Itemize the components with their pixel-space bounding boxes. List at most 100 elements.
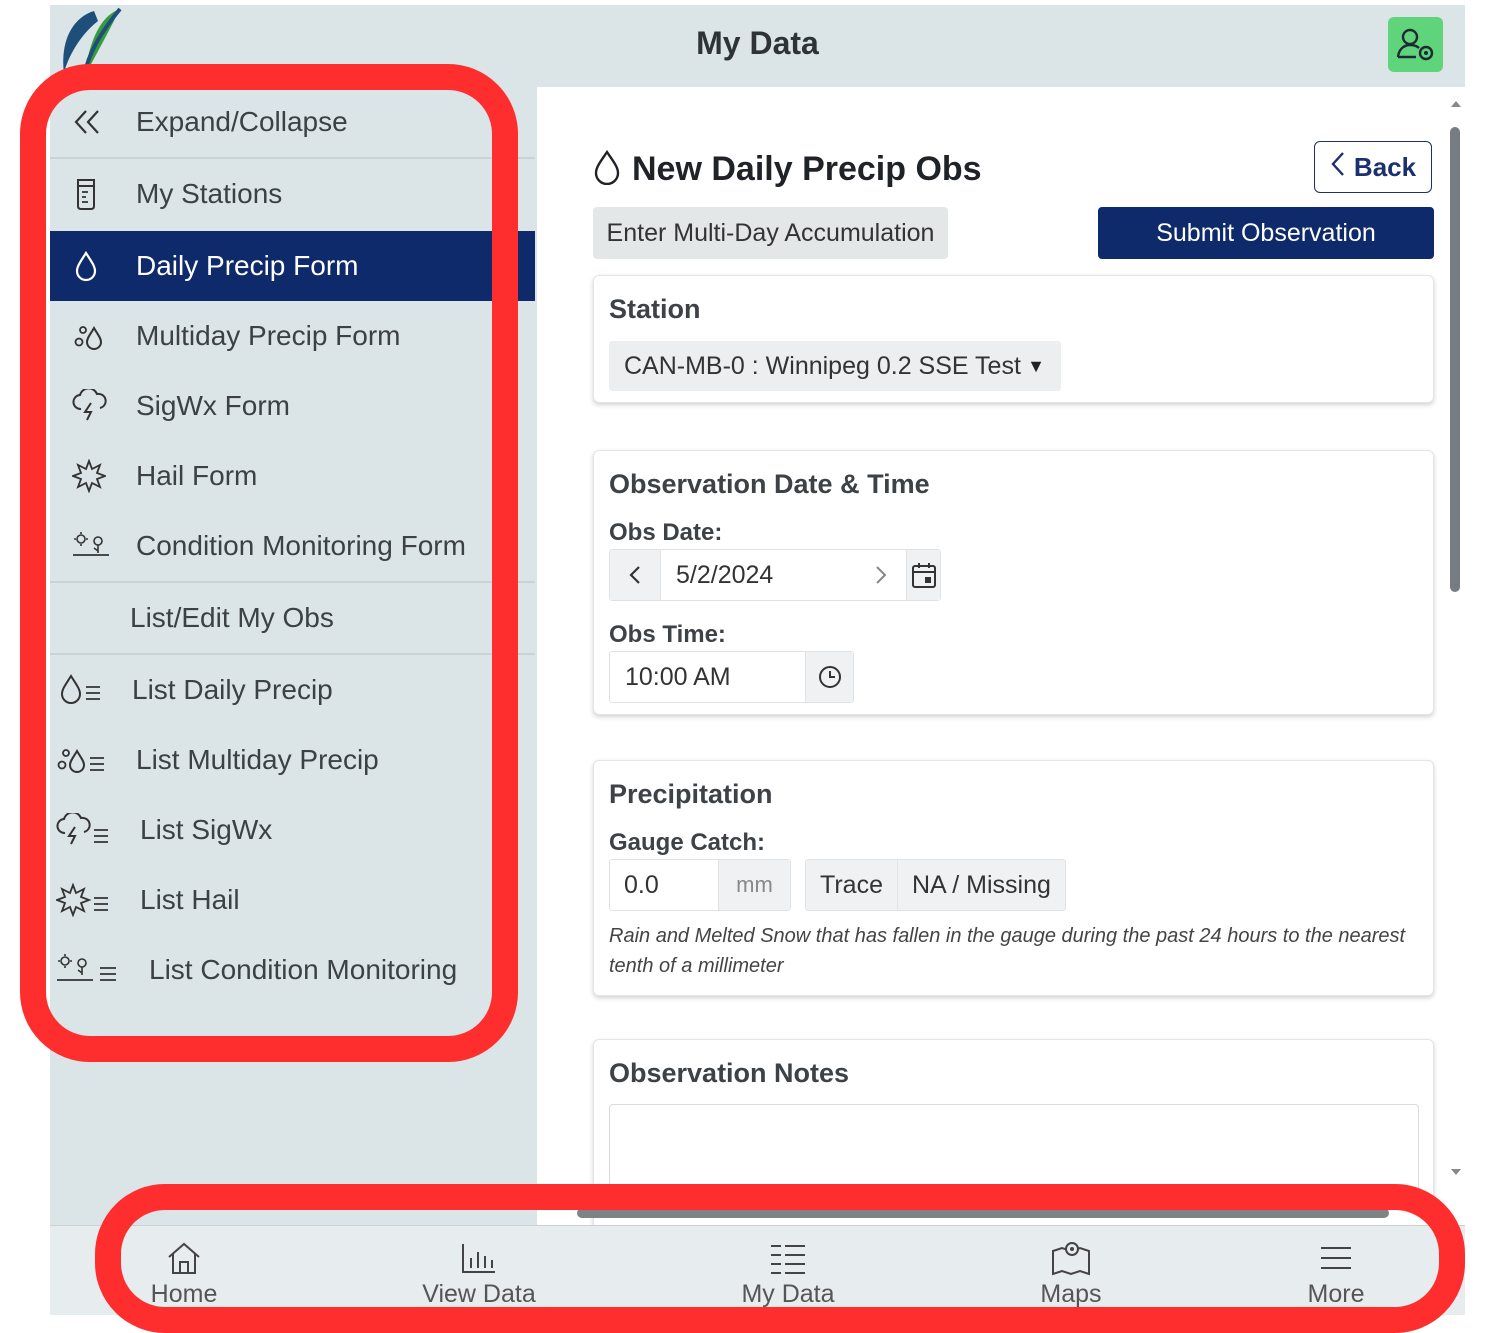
form-title: New Daily Precip Obs: [632, 150, 982, 188]
gauge-catch-input[interactable]: 0.0: [610, 860, 718, 910]
sidebar-item-label: SigWx Form: [136, 390, 290, 421]
observation-datetime-card: Observation Date & Time Obs Date: 5/2/20…: [593, 450, 1434, 715]
datetime-card-title: Observation Date & Time: [609, 469, 930, 499]
sidebar-item-my-stations[interactable]: My Stations: [50, 159, 535, 229]
vertical-scrollbar[interactable]: [1447, 87, 1465, 1225]
rain-gauge-icon: [72, 177, 112, 211]
sidebar-item-expand-collapse[interactable]: Expand/Collapse: [50, 87, 535, 157]
sidebar-item-hail-form[interactable]: Hail Form: [50, 441, 535, 511]
caret-down-icon: ▼: [1027, 355, 1045, 376]
notes-card-title: Observation Notes: [609, 1058, 850, 1088]
droplet-list-icon: [58, 673, 108, 707]
sidebar-item-label: List Daily Precip: [132, 674, 333, 705]
sidebar-item-label: List Hail: [140, 884, 240, 915]
double-chevron-left-icon: [72, 105, 112, 139]
sidebar-item-label: Expand/Collapse: [136, 106, 348, 137]
obs-date-label: Obs Date:: [609, 519, 723, 546]
sidebar-item-condition-monitoring-form[interactable]: Condition Monitoring Form: [50, 511, 535, 581]
multi-droplet-icon: [72, 319, 112, 353]
tab-label: More: [1307, 1280, 1365, 1308]
sidebar-item-label: List Multiday Precip: [136, 744, 379, 775]
clock-icon: [818, 666, 841, 688]
station-card: Station CAN-MB-0 : Winnipeg 0.2 SSE Test…: [593, 275, 1434, 403]
station-card-title: Station: [609, 294, 701, 324]
menu-icon: [1316, 1240, 1356, 1276]
condition-monitoring-list-icon: [56, 953, 124, 987]
sidebar-item-multiday-precip-form[interactable]: Multiday Precip Form: [50, 301, 535, 371]
calendar-button[interactable]: [906, 550, 940, 600]
user-settings-icon: [1396, 28, 1433, 60]
condition-monitoring-icon: [72, 529, 112, 563]
prev-date-button[interactable]: [610, 550, 661, 600]
sidebar-item-sigwx-form[interactable]: SigWx Form: [50, 371, 535, 441]
form-panel: New Daily Precip Obs Back Enter Multi-Da…: [537, 87, 1447, 1225]
sidebar-item-label: List Condition Monitoring: [149, 954, 458, 985]
droplet-icon: [591, 149, 623, 190]
obs-date-picker: 5/2/2024: [609, 549, 941, 601]
submit-observation-button[interactable]: Submit Observation: [1098, 207, 1434, 259]
tab-my-data[interactable]: My Data: [698, 1226, 878, 1315]
trace-button[interactable]: Trace: [806, 860, 897, 910]
na-missing-button[interactable]: NA / Missing: [896, 860, 1065, 910]
sidebar-item-list-hail[interactable]: List Hail: [50, 865, 535, 935]
obs-time-label: Obs Time:: [609, 621, 726, 648]
map-icon: [1050, 1240, 1092, 1276]
sidebar-item-label: Multiday Precip Form: [136, 320, 401, 351]
unit-label: mm: [718, 860, 790, 910]
tab-more[interactable]: More: [1246, 1226, 1426, 1315]
bar-chart-icon: [459, 1240, 499, 1276]
page-title: My Data: [696, 25, 819, 61]
tab-maps[interactable]: Maps: [981, 1226, 1161, 1315]
observation-notes-textarea[interactable]: [609, 1104, 1419, 1204]
tab-label: View Data: [422, 1280, 536, 1308]
scrollbar-thumb[interactable]: [1450, 127, 1460, 592]
home-icon: [164, 1240, 204, 1276]
gauge-catch-field: 0.0 mm: [609, 859, 791, 911]
tab-home[interactable]: Home: [94, 1226, 274, 1315]
gauge-catch-row: 0.0 mm Trace NA / Missing: [609, 859, 1066, 911]
header-bar: My Data: [50, 5, 1465, 87]
chevron-left-icon: [629, 566, 640, 584]
hail-icon: [72, 459, 112, 493]
bottom-nav-bar: Home View Data My Data Maps More: [50, 1225, 1465, 1315]
sidebar-item-daily-precip-form[interactable]: Daily Precip Form: [50, 231, 535, 301]
chevron-left-icon: [1330, 151, 1346, 184]
sidebar-item-label: Hail Form: [136, 460, 258, 491]
station-selected-value: CAN-MB-0 : Winnipeg 0.2 SSE Test: [624, 351, 1021, 380]
gauge-catch-label: Gauge Catch:: [609, 829, 766, 856]
horizontal-scrollbar[interactable]: [577, 1208, 1389, 1218]
multi-day-accumulation-button[interactable]: Enter Multi-Day Accumulation: [593, 207, 948, 259]
chevron-right-icon: [876, 566, 887, 584]
time-picker-button[interactable]: [805, 652, 853, 702]
precip-quick-buttons: Trace NA / Missing: [805, 859, 1066, 911]
back-button[interactable]: Back: [1314, 141, 1432, 193]
sidebar-item-label: Daily Precip Form: [136, 250, 359, 281]
obs-time-input[interactable]: 10:00 AM: [610, 652, 805, 702]
gauge-catch-help-text: Rain and Melted Snow that has fallen in …: [609, 925, 1406, 977]
tab-view-data[interactable]: View Data: [389, 1226, 569, 1315]
next-date-button[interactable]: [856, 550, 906, 600]
tab-label: My Data: [741, 1280, 835, 1308]
sidebar-item-list-condition-monitoring[interactable]: List Condition Monitoring: [50, 935, 535, 1005]
sidebar-heading-list-edit-obs: List/Edit My Obs: [50, 583, 535, 653]
hail-list-icon: [56, 883, 116, 917]
observation-notes-card: Observation Notes: [593, 1039, 1434, 1225]
precipitation-card: Precipitation Gauge Catch: 0.0 mm Trace …: [593, 760, 1434, 996]
list-icon: [768, 1240, 808, 1276]
calendar-icon: [911, 563, 936, 588]
sidebar-item-label: List SigWx: [140, 814, 273, 845]
obs-date-input[interactable]: 5/2/2024: [661, 550, 856, 600]
sidebar-nav: Expand/Collapse My Stations Daily Precip…: [50, 87, 535, 1225]
sidebar-item-list-sigwx[interactable]: List SigWx: [50, 795, 535, 865]
scroll-down-arrow-icon[interactable]: [1447, 1165, 1465, 1179]
scroll-up-arrow-icon[interactable]: [1447, 97, 1465, 111]
droplet-icon: [72, 249, 112, 283]
sidebar-item-list-multiday-precip[interactable]: List Multiday Precip: [50, 725, 535, 795]
multi-droplet-list-icon: [56, 743, 112, 777]
station-select[interactable]: CAN-MB-0 : Winnipeg 0.2 SSE Test ▼: [609, 341, 1061, 391]
obs-time-picker: 10:00 AM: [609, 651, 854, 703]
sidebar-heading-label: List/Edit My Obs: [130, 602, 334, 633]
user-settings-button[interactable]: [1388, 17, 1443, 72]
sidebar-item-label: Condition Monitoring Form: [136, 530, 466, 561]
sidebar-item-list-daily-precip[interactable]: List Daily Precip: [50, 655, 535, 725]
